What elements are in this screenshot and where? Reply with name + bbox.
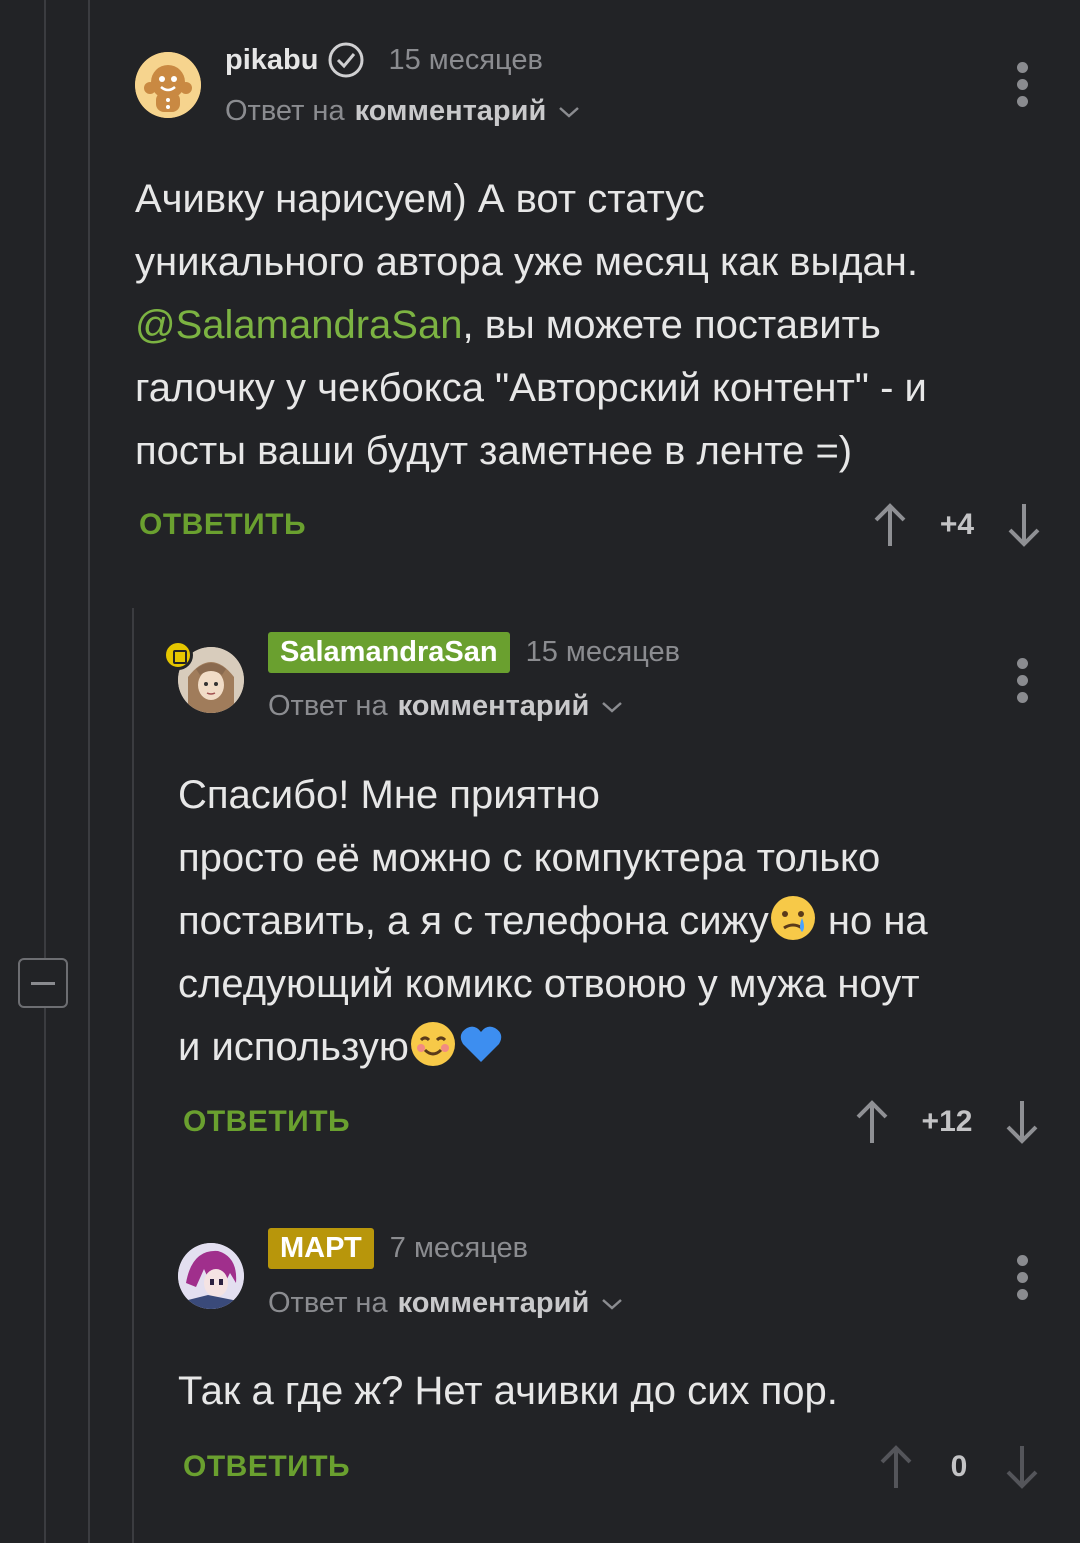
comment-text-part: Ачивку нарисуем) А вот статус уникальног… xyxy=(135,177,919,284)
crying-face-emoji-icon xyxy=(770,896,815,940)
mention-link[interactable]: @SalamandraSan xyxy=(135,303,462,347)
comment-line: просто её можно с компуктера только xyxy=(178,836,881,880)
reply-button[interactable]: ОТВЕТИТЬ xyxy=(183,1105,350,1139)
thread-line-level1 xyxy=(88,0,90,1543)
reply-prefix: Ответ на xyxy=(268,690,388,722)
collapse-thread-button[interactable] xyxy=(18,958,68,1008)
comment-text: Ачивку нарисуем) А вот статус уникальног… xyxy=(135,168,1055,483)
chevron-down-icon xyxy=(559,106,580,118)
downvote-arrow-icon[interactable] xyxy=(1002,500,1046,550)
upvote-arrow-icon[interactable] xyxy=(868,500,912,550)
blue-heart-emoji-icon xyxy=(460,1026,502,1062)
avatar[interactable] xyxy=(178,1243,244,1309)
downvote-arrow-icon[interactable] xyxy=(1000,1097,1044,1147)
upvote-arrow-icon[interactable] xyxy=(850,1097,894,1147)
comment-line-part: поставить, а я с телефона сижу xyxy=(178,899,769,943)
comment-time: 15 месяцев xyxy=(388,43,543,76)
reply-prefix: Ответ на xyxy=(225,95,345,127)
chevron-down-icon xyxy=(602,1298,623,1310)
author-name[interactable]: pikabu xyxy=(225,44,318,77)
rating-count: +4 xyxy=(939,508,975,541)
thread-line-level2 xyxy=(132,608,134,1543)
more-options-button[interactable] xyxy=(1015,658,1029,709)
author-name[interactable]: МАРТ xyxy=(268,1228,374,1269)
reply-button[interactable]: ОТВЕТИТЬ xyxy=(183,1450,350,1484)
minus-icon xyxy=(31,982,55,985)
rating-count: +12 xyxy=(921,1105,973,1138)
reply-to-link[interactable]: Ответ на комментарий xyxy=(268,690,623,723)
reply-to-link[interactable]: Ответ на комментарий xyxy=(225,95,580,128)
verified-check-icon xyxy=(328,42,364,78)
more-options-button[interactable] xyxy=(1015,62,1029,113)
reply-target: комментарий xyxy=(354,95,547,127)
comment-line: и использую xyxy=(178,1016,1058,1079)
more-options-button[interactable] xyxy=(1015,1255,1029,1306)
comment-line-part: и использую xyxy=(178,1025,409,1069)
downvote-arrow-icon[interactable] xyxy=(1000,1442,1044,1492)
comment-text: Так а где ж? Нет ачивки до сих пор. xyxy=(178,1369,838,1413)
comment-time: 15 месяцев xyxy=(525,636,681,668)
reply-prefix: Ответ на xyxy=(268,1287,388,1319)
comment-line: следующий комикс отвоюю у мужа ноут xyxy=(178,962,920,1006)
comment-line: поставить, а я с телефона сижу но на xyxy=(178,890,1058,953)
rating-count: 0 xyxy=(950,1450,968,1483)
reply-button[interactable]: ОТВЕТИТЬ xyxy=(139,508,306,542)
smiling-face-emoji-icon xyxy=(410,1022,455,1066)
upvote-arrow-icon[interactable] xyxy=(874,1442,918,1492)
reply-target: комментарий xyxy=(397,690,590,722)
thread-line-outer xyxy=(44,1008,46,1543)
author-name[interactable]: SalamandraSan xyxy=(268,632,510,673)
reply-target: комментарий xyxy=(397,1287,590,1319)
reply-to-link[interactable]: Ответ на комментарий xyxy=(268,1287,623,1320)
comment-time: 7 месяцев xyxy=(389,1232,529,1264)
comment-line: Спасибо! Мне приятно xyxy=(178,773,600,817)
avatar[interactable] xyxy=(135,52,201,118)
thread-line-outer xyxy=(44,0,46,958)
chevron-down-icon xyxy=(602,701,623,713)
author-label-icon xyxy=(163,640,193,670)
comment-line-part: но на xyxy=(816,899,928,943)
comment-text: Спасибо! Мне приятно просто её можно с к… xyxy=(178,764,1058,1079)
